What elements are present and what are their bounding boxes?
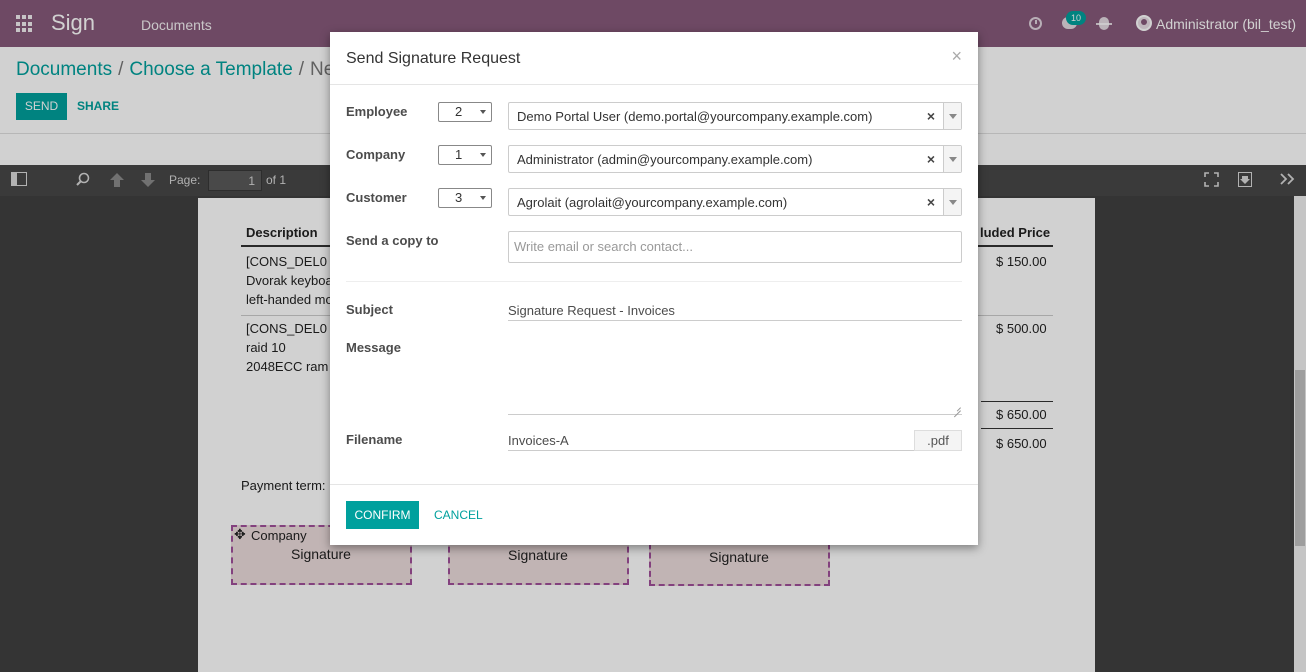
customer-label: Customer [346, 190, 407, 205]
file-extension: .pdf [914, 430, 962, 451]
dropdown-arrow-icon[interactable] [943, 146, 961, 172]
send-signature-request-dialog: Send Signature Request × Employee 2 Demo… [330, 32, 978, 545]
company-partner-field[interactable]: Administrator (admin@yourcompany.example… [508, 145, 962, 173]
message-label: Message [346, 340, 401, 355]
confirm-button[interactable]: CONFIRM [346, 501, 419, 529]
send-copy-field[interactable] [508, 231, 962, 263]
subject-label: Subject [346, 302, 393, 317]
employee-partner-value: Demo Portal User (demo.portal@yourcompan… [517, 109, 873, 124]
separator [346, 281, 962, 282]
send-copy-label: Send a copy to [346, 233, 439, 248]
customer-partner-field[interactable]: Agrolait (agrolait@yourcompany.example.c… [508, 188, 962, 216]
customer-order-select[interactable]: 3 [438, 188, 492, 208]
modal-header: Send Signature Request × [330, 32, 978, 85]
message-textarea[interactable] [508, 335, 962, 415]
clear-icon[interactable]: × [927, 194, 935, 210]
send-copy-input[interactable] [514, 239, 954, 254]
cancel-button[interactable]: CANCEL [434, 508, 483, 522]
employee-partner-field[interactable]: Demo Portal User (demo.portal@yourcompan… [508, 102, 962, 130]
company-order-select[interactable]: 1 [438, 145, 492, 165]
clear-icon[interactable]: × [927, 108, 935, 124]
dropdown-arrow-icon[interactable] [943, 103, 961, 129]
customer-partner-value: Agrolait (agrolait@yourcompany.example.c… [517, 195, 788, 210]
employee-label: Employee [346, 104, 408, 119]
subject-input[interactable]: Signature Request - Invoices [508, 303, 962, 321]
close-icon[interactable]: × [951, 46, 962, 67]
employee-order-select[interactable]: 2 [438, 102, 492, 122]
company-label: Company [346, 147, 406, 162]
modal-footer: CONFIRM CANCEL [330, 484, 978, 545]
dropdown-arrow-icon[interactable] [943, 189, 961, 215]
clear-icon[interactable]: × [927, 151, 935, 167]
company-partner-value: Administrator (admin@yourcompany.example… [517, 152, 813, 167]
filename-input[interactable]: Invoices-A [508, 432, 914, 451]
resize-grip-icon[interactable] [953, 405, 961, 413]
modal-title: Send Signature Request [346, 50, 521, 67]
filename-label: Filename [346, 432, 403, 447]
